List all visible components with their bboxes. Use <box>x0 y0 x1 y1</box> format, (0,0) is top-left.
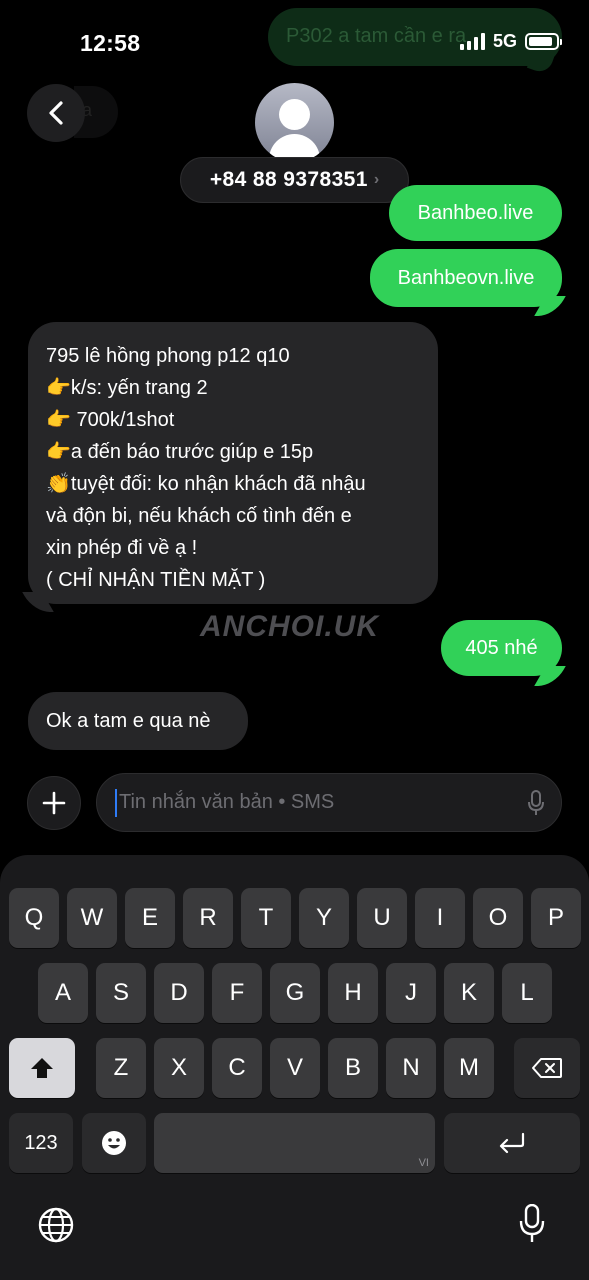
key-c[interactable]: C <box>212 1038 262 1098</box>
key-s[interactable]: S <box>96 963 146 1023</box>
key-w[interactable]: W <box>67 888 117 948</box>
add-attachment-button[interactable] <box>27 776 81 830</box>
message-incoming[interactable]: 795 lê hồng phong p12 q10 👉k/s: yến tran… <box>28 322 438 604</box>
key-r[interactable]: R <box>183 888 233 948</box>
emoji-icon <box>102 1131 126 1155</box>
shift-icon <box>31 1058 53 1078</box>
contact-number: +84 88 9378351 <box>209 168 368 191</box>
key-q[interactable]: Q <box>9 888 59 948</box>
message-outgoing[interactable]: Banhbeovn.live <box>370 249 562 307</box>
contact-name-button[interactable]: +84 88 9378351 › <box>180 157 409 203</box>
key-m[interactable]: M <box>444 1038 494 1098</box>
status-indicators: 5G <box>459 31 562 52</box>
back-chevron-icon <box>49 101 63 125</box>
key-v[interactable]: V <box>270 1038 320 1098</box>
contact-avatar[interactable] <box>255 83 334 162</box>
text-caret <box>115 788 117 817</box>
back-button[interactable] <box>27 84 85 142</box>
message-input[interactable]: Tin nhắn văn bản • SMS <box>96 773 562 832</box>
key-k[interactable]: K <box>444 963 494 1023</box>
key-j[interactable]: J <box>386 963 436 1023</box>
network-type: 5G <box>492 31 517 51</box>
numbers-key[interactable]: 123 <box>9 1113 73 1173</box>
globe-icon[interactable] <box>37 1206 75 1244</box>
message-incoming[interactable]: Ok a tam e qua nè <box>28 692 248 750</box>
key-b[interactable]: B <box>328 1038 378 1098</box>
return-icon <box>499 1132 525 1154</box>
key-y[interactable]: Y <box>299 888 349 948</box>
delete-icon <box>532 1058 562 1078</box>
message-outgoing[interactable]: Banhbeo.live <box>389 185 562 241</box>
key-z[interactable]: Z <box>96 1038 146 1098</box>
key-u[interactable]: U <box>357 888 407 948</box>
microphone-icon[interactable] <box>527 790 545 817</box>
delete-key[interactable] <box>514 1038 580 1098</box>
plus-icon <box>42 791 66 815</box>
key-x[interactable]: X <box>154 1038 204 1098</box>
status-time: 12:58 <box>80 30 141 56</box>
shift-key[interactable] <box>9 1038 75 1098</box>
key-l[interactable]: L <box>502 963 552 1023</box>
key-d[interactable]: D <box>154 963 204 1023</box>
key-a[interactable]: A <box>38 963 88 1023</box>
key-f[interactable]: F <box>212 963 262 1023</box>
key-n[interactable]: N <box>386 1038 436 1098</box>
key-o[interactable]: O <box>473 888 523 948</box>
person-icon <box>279 99 310 130</box>
key-t[interactable]: T <box>241 888 291 948</box>
key-p[interactable]: P <box>531 888 581 948</box>
space-key[interactable]: VI <box>154 1113 435 1173</box>
key-i[interactable]: I <box>415 888 465 948</box>
chevron-right-icon: › <box>373 171 380 188</box>
cellular-signal-icon <box>459 33 485 50</box>
key-h[interactable]: H <box>328 963 378 1023</box>
key-e[interactable]: E <box>125 888 175 948</box>
ghost-notification-text: P302 a tam cần e ra <box>286 25 467 47</box>
message-placeholder: Tin nhắn văn bản • SMS <box>119 791 335 813</box>
language-indicator: VI <box>418 1157 429 1169</box>
key-g[interactable]: G <box>270 963 320 1023</box>
watermark: ANCHOI.UK <box>200 610 379 643</box>
emoji-key[interactable] <box>82 1113 146 1173</box>
keyboard: Q W E R T Y U I O P A S D F G H J K L Z … <box>0 855 589 1280</box>
dictation-microphone-icon[interactable] <box>519 1204 545 1244</box>
return-key[interactable] <box>444 1113 580 1173</box>
battery-icon <box>525 33 562 50</box>
